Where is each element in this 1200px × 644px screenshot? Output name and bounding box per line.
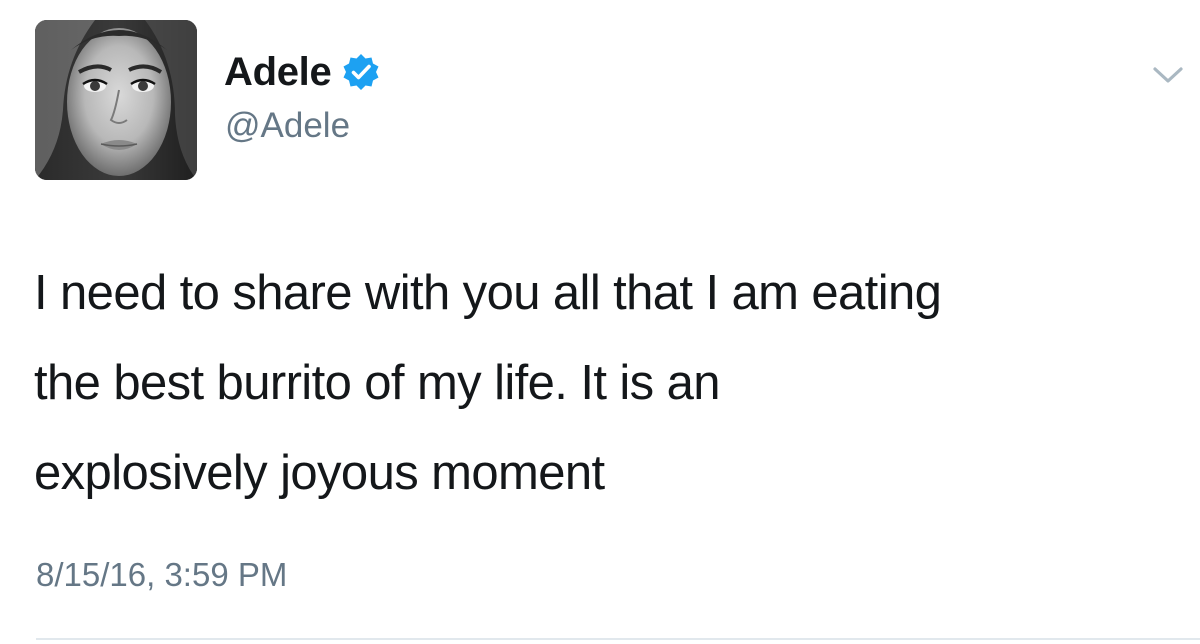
divider bbox=[36, 638, 1200, 640]
author-handle[interactable]: @Adele bbox=[225, 106, 350, 146]
tweet-timestamp[interactable]: 8/15/16, 3:59 PM bbox=[36, 556, 287, 594]
tweet-text-line: the best burrito of my life. It is an bbox=[34, 356, 720, 410]
avatar-portrait-image bbox=[35, 20, 197, 180]
tweet-card: Adele @Adele I need to share with you al… bbox=[0, 0, 1200, 644]
avatar[interactable] bbox=[35, 20, 197, 180]
chevron-down-icon[interactable] bbox=[1150, 62, 1186, 88]
tweet-text-line: I need to share with you all that I am e… bbox=[34, 266, 942, 320]
tweet-text: I need to share with you all that I am e… bbox=[34, 248, 1184, 518]
author-name-row[interactable]: Adele bbox=[224, 48, 381, 96]
tweet-text-line: explosively joyous moment bbox=[34, 446, 605, 500]
verified-badge-icon bbox=[341, 52, 381, 92]
author-name[interactable]: Adele bbox=[224, 50, 332, 95]
